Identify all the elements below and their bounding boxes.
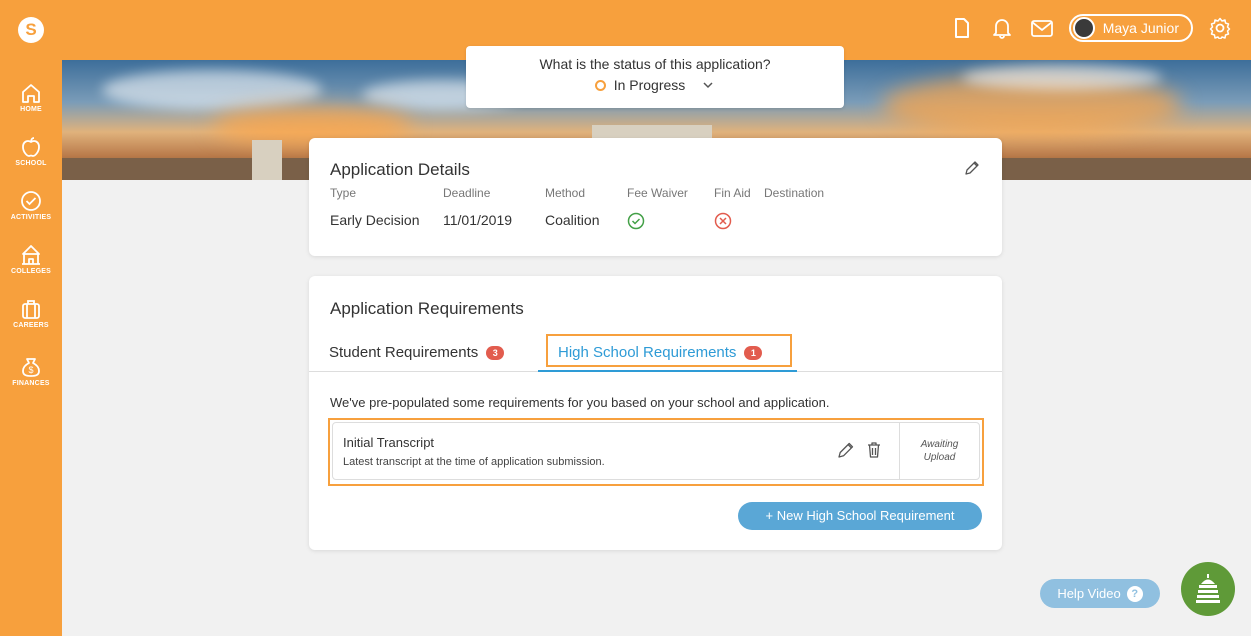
status-badge: Awaiting Upload: [899, 423, 979, 479]
user-menu[interactable]: Maya Junior: [1068, 14, 1193, 42]
sidebar-item-label: HOME: [20, 106, 42, 113]
money-bag-icon: $: [22, 358, 40, 377]
tab-label: Student Requirements: [329, 344, 479, 361]
type-header: Type: [330, 186, 357, 200]
status-card: What is the status of this application? …: [466, 46, 844, 108]
avatar: [1072, 17, 1095, 39]
requirements-title: Application Requirements: [330, 299, 524, 318]
method-column: Method Coalition: [545, 186, 599, 228]
trash-icon[interactable]: [865, 441, 883, 464]
edit-pencil-icon[interactable]: [837, 441, 855, 464]
fee-waiver-value: [627, 212, 688, 233]
application-requirements-card: Application Requirements Student Require…: [309, 276, 1002, 550]
details-title: Application Details: [330, 160, 470, 179]
college-icon: [22, 245, 40, 265]
svg-text:$: $: [28, 365, 33, 375]
deadline-column: Deadline 11/01/2019: [443, 186, 512, 228]
fin-aid-header: Fin Aid: [714, 186, 751, 200]
sidebar-item-label: CAREERS: [13, 322, 49, 329]
fin-aid-value: [714, 212, 751, 233]
gear-icon[interactable]: [1207, 15, 1233, 41]
top-icons: Maya Junior: [949, 14, 1233, 42]
requirement-actions: [837, 441, 883, 464]
sidebar-item-label: SCHOOL: [15, 160, 47, 167]
bell-icon[interactable]: [989, 15, 1015, 41]
check-circle-icon: [21, 191, 41, 211]
user-name: Maya Junior: [1102, 20, 1179, 36]
method-value: Coalition: [545, 212, 600, 228]
type-value: Early Decision: [330, 212, 420, 228]
application-details-card: Application Details Type Early Decision …: [309, 138, 1002, 256]
home-icon: [22, 84, 40, 103]
question-icon: ?: [1126, 585, 1143, 602]
status-line: Upload: [923, 452, 956, 463]
sidebar-item-school[interactable]: SCHOOL: [0, 136, 62, 167]
chat-button[interactable]: [1181, 562, 1235, 616]
list-item[interactable]: Initial Transcript Latest transcript at …: [332, 422, 980, 480]
requirement-description: Latest transcript at the time of applica…: [343, 456, 605, 468]
fin-aid-column: Fin Aid: [714, 186, 751, 233]
sidebar-item-finances[interactable]: $ FINANCES: [0, 356, 62, 387]
sidebar-item-home[interactable]: HOME: [0, 82, 62, 113]
x-circle-icon: [714, 212, 732, 230]
help-video-button[interactable]: Help Video ?: [1040, 579, 1160, 608]
help-video-label: Help Video: [1057, 586, 1121, 601]
destination-column: Destination: [764, 186, 824, 212]
destination-header: Destination: [764, 186, 825, 200]
document-icon[interactable]: [949, 15, 975, 41]
type-column: Type Early Decision: [330, 186, 419, 228]
sidebar-item-label: COLLEGES: [10, 268, 52, 275]
requirement-name: Initial Transcript: [343, 435, 435, 450]
sidebar-item-careers[interactable]: CAREERS: [0, 298, 62, 329]
sidebar-item-activities[interactable]: ACTIVITIES: [0, 190, 62, 221]
sidebar-item-label: ACTIVITIES: [10, 214, 52, 221]
sidebar-item-label: FINANCES: [12, 380, 50, 387]
requirements-note: We've pre-populated some requirements fo…: [330, 395, 830, 410]
fee-waiver-column: Fee Waiver: [627, 186, 688, 233]
edit-pencil-icon[interactable]: [964, 160, 980, 181]
tab-student-requirements[interactable]: Student Requirements 3: [329, 344, 505, 361]
method-header: Method: [545, 186, 586, 200]
fee-waiver-header: Fee Waiver: [627, 186, 688, 200]
briefcase-icon: [22, 300, 40, 319]
count-badge: 3: [486, 345, 505, 360]
status-value: In Progress: [613, 77, 686, 93]
sidebar-item-colleges[interactable]: COLLEGES: [0, 244, 62, 275]
apple-icon: [22, 137, 40, 157]
status-question: What is the status of this application?: [539, 56, 771, 72]
status-dot-icon: [594, 79, 606, 91]
active-tab-indicator: [538, 370, 797, 372]
deadline-header: Deadline: [443, 186, 491, 200]
new-high-school-requirement-button[interactable]: + New High School Requirement: [738, 502, 982, 530]
highlight-box: [546, 334, 792, 367]
capitol-icon: [1196, 574, 1220, 603]
sidebar: HOME SCHOOL ACTIVITIES COLLEGES CAREERS …: [0, 60, 62, 636]
deadline-value: 11/01/2019: [443, 212, 513, 228]
chevron-down-icon: [703, 82, 713, 89]
app-logo[interactable]: S: [18, 17, 44, 43]
mail-icon[interactable]: [1029, 15, 1055, 41]
status-select[interactable]: In Progress: [466, 77, 844, 93]
check-circle-icon: [627, 212, 645, 230]
status-line: Awaiting: [920, 439, 959, 450]
